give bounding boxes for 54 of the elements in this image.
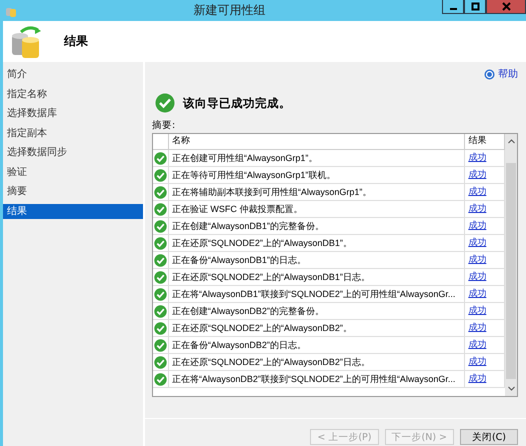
sidebar-item[interactable]: 选择数据同步 [3, 145, 143, 160]
table-cell: 正在创建“AlwaysonDB1”的完整备份。 [168, 218, 466, 234]
sidebar-item[interactable]: 摘要 [3, 184, 143, 199]
page-title: 结果 [64, 33, 88, 50]
result-link[interactable]: 成功 [468, 169, 486, 181]
table-cell: 正在将辅助副本联接到可用性组“AlwaysonGrp1”。 [168, 184, 466, 200]
table-cell: 正在将“AlwaysonDB1”联接到“SQLNODE2”上的可用性组“AlwaysonGr... [168, 286, 466, 302]
table-cell: 正在创建“AlwaysonDB2”的完整备份。 [168, 303, 466, 319]
table-cell: 正在备份“AlwaysonDB1”的日志。 [168, 252, 466, 268]
sidebar-item[interactable]: 简介 [3, 67, 143, 82]
result-link[interactable]: 成功 [468, 254, 486, 266]
result-link[interactable]: 成功 [468, 322, 486, 334]
table-cell: 正在验证 WSFC 仲裁投票配置。 [168, 201, 466, 217]
result-link[interactable]: 成功 [468, 152, 486, 164]
table-cell: 正在将“AlwaysonDB2”联接到“SQLNODE2”上的可用性组“AlwaysonGr... [168, 371, 466, 387]
minimize-button[interactable] [442, 0, 464, 14]
window-title: 新建可用性组 [192, 2, 266, 19]
table-cell: 正在还原“SQLNODE2”上的“AlwaysonDB2”。 [168, 320, 466, 336]
result-link[interactable]: 成功 [468, 237, 486, 249]
sidebar-item[interactable]: 选择数据库 [3, 106, 143, 121]
maximize-button[interactable] [464, 0, 486, 14]
wizard-button[interactable]: 关闭(C) [460, 429, 518, 445]
close-icon [502, 2, 510, 11]
result-link[interactable]: 成功 [468, 203, 486, 215]
table-cell: 正在创建可用性组“AlwaysonGrp1”。 [168, 150, 466, 166]
result-link[interactable]: 成功 [468, 271, 486, 283]
close-button[interactable] [486, 0, 526, 14]
result-link[interactable]: 成功 [468, 339, 486, 351]
table-cell: 正在还原“SQLNODE2”上的“AlwaysonDB2”日志。 [168, 354, 466, 370]
sidebar-item[interactable]: 指定名称 [3, 86, 143, 102]
scroll-down-icon [506, 384, 516, 393]
table-cell: 正在等待可用性组“AlwaysonGrp1”联机。 [168, 167, 466, 183]
result-link[interactable]: 成功 [468, 220, 486, 232]
result-link[interactable]: 成功 [468, 373, 486, 385]
result-link[interactable]: 成功 [468, 186, 486, 198]
result-link[interactable]: 成功 [468, 356, 486, 368]
table-cell: 正在备份“AlwaysonDB2”的日志。 [168, 337, 466, 353]
status-message: 该向导已成功完成。 [183, 96, 291, 110]
scroll-thumb[interactable] [506, 163, 516, 379]
sidebar-item[interactable]: 结果 [3, 204, 143, 218]
scroll-up-icon [506, 137, 516, 146]
success-check-icon [155, 93, 175, 113]
maximize-icon [470, 2, 480, 11]
column-header[interactable]: 名称 [168, 134, 466, 149]
table-cell: 正在还原“SQLNODE2”上的“AlwaysonDB1”。 [168, 235, 466, 251]
scrollbar[interactable] [505, 134, 517, 396]
summary-label: 摘要: [152, 119, 176, 132]
sidebar-item[interactable]: 指定副本 [3, 126, 143, 140]
sidebar-item[interactable]: 验证 [3, 164, 143, 180]
result-link[interactable]: 成功 [468, 288, 486, 300]
help-link[interactable]: 帮助 [484, 67, 518, 81]
table-cell: 正在还原“SQLNODE2”上的“AlwaysonDB1”日志。 [168, 269, 466, 285]
result-link[interactable]: 成功 [468, 305, 486, 317]
help-icon [484, 68, 495, 80]
